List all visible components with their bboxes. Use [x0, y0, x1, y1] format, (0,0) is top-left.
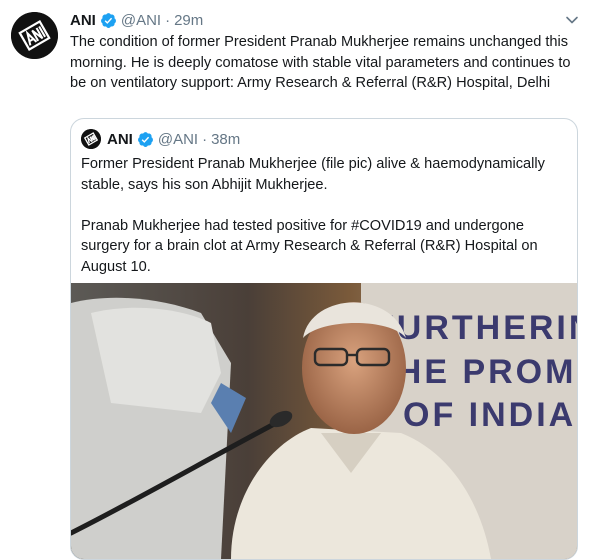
- tweet-header: ANI @ANI · 29m: [70, 10, 203, 30]
- quoted-timestamp: 38m: [211, 130, 241, 148]
- author-name[interactable]: ANI: [70, 12, 96, 29]
- tweet[interactable]: ANI @ANI · 29m The condition of former P…: [0, 0, 598, 560]
- verified-badge-icon: [137, 131, 153, 147]
- quoted-avatar: [81, 129, 101, 149]
- quoted-tweet-text: Former President Pranab Mukherjee (file …: [81, 154, 571, 277]
- separator-dot: ·: [165, 11, 171, 29]
- photo-illustration: FURTHERIN THE PROMI OF INDIA: [71, 283, 577, 559]
- ani-logo-icon: [11, 12, 58, 59]
- separator-dot: ·: [202, 130, 208, 148]
- quoted-tweet-header: ANI @ANI · 38m: [81, 128, 240, 150]
- quoted-paragraph-1: Former President Pranab Mukherjee (file …: [81, 156, 545, 193]
- quoted-tweet[interactable]: ANI @ANI · 38m Former President Pranab M…: [70, 118, 578, 560]
- quoted-author-name: ANI: [107, 130, 133, 148]
- quoted-paragraph-2: Pranab Mukherjee had tested positive for…: [81, 217, 538, 275]
- ani-logo-icon: [81, 129, 101, 149]
- banner-text-line-1: FURTHERIN: [373, 309, 577, 347]
- quoted-media-image[interactable]: FURTHERIN THE PROMI OF INDIA: [71, 283, 577, 559]
- author-handle[interactable]: @ANI: [121, 12, 161, 29]
- verified-badge-icon: [100, 12, 116, 28]
- tweet-text: The condition of former President Pranab…: [70, 34, 571, 91]
- chevron-down-icon[interactable]: [564, 12, 580, 28]
- timestamp[interactable]: 29m: [174, 12, 203, 29]
- banner-text-line-3: OF INDIA: [403, 396, 576, 434]
- avatar[interactable]: [11, 12, 58, 59]
- quoted-author-handle: @ANI: [157, 130, 199, 148]
